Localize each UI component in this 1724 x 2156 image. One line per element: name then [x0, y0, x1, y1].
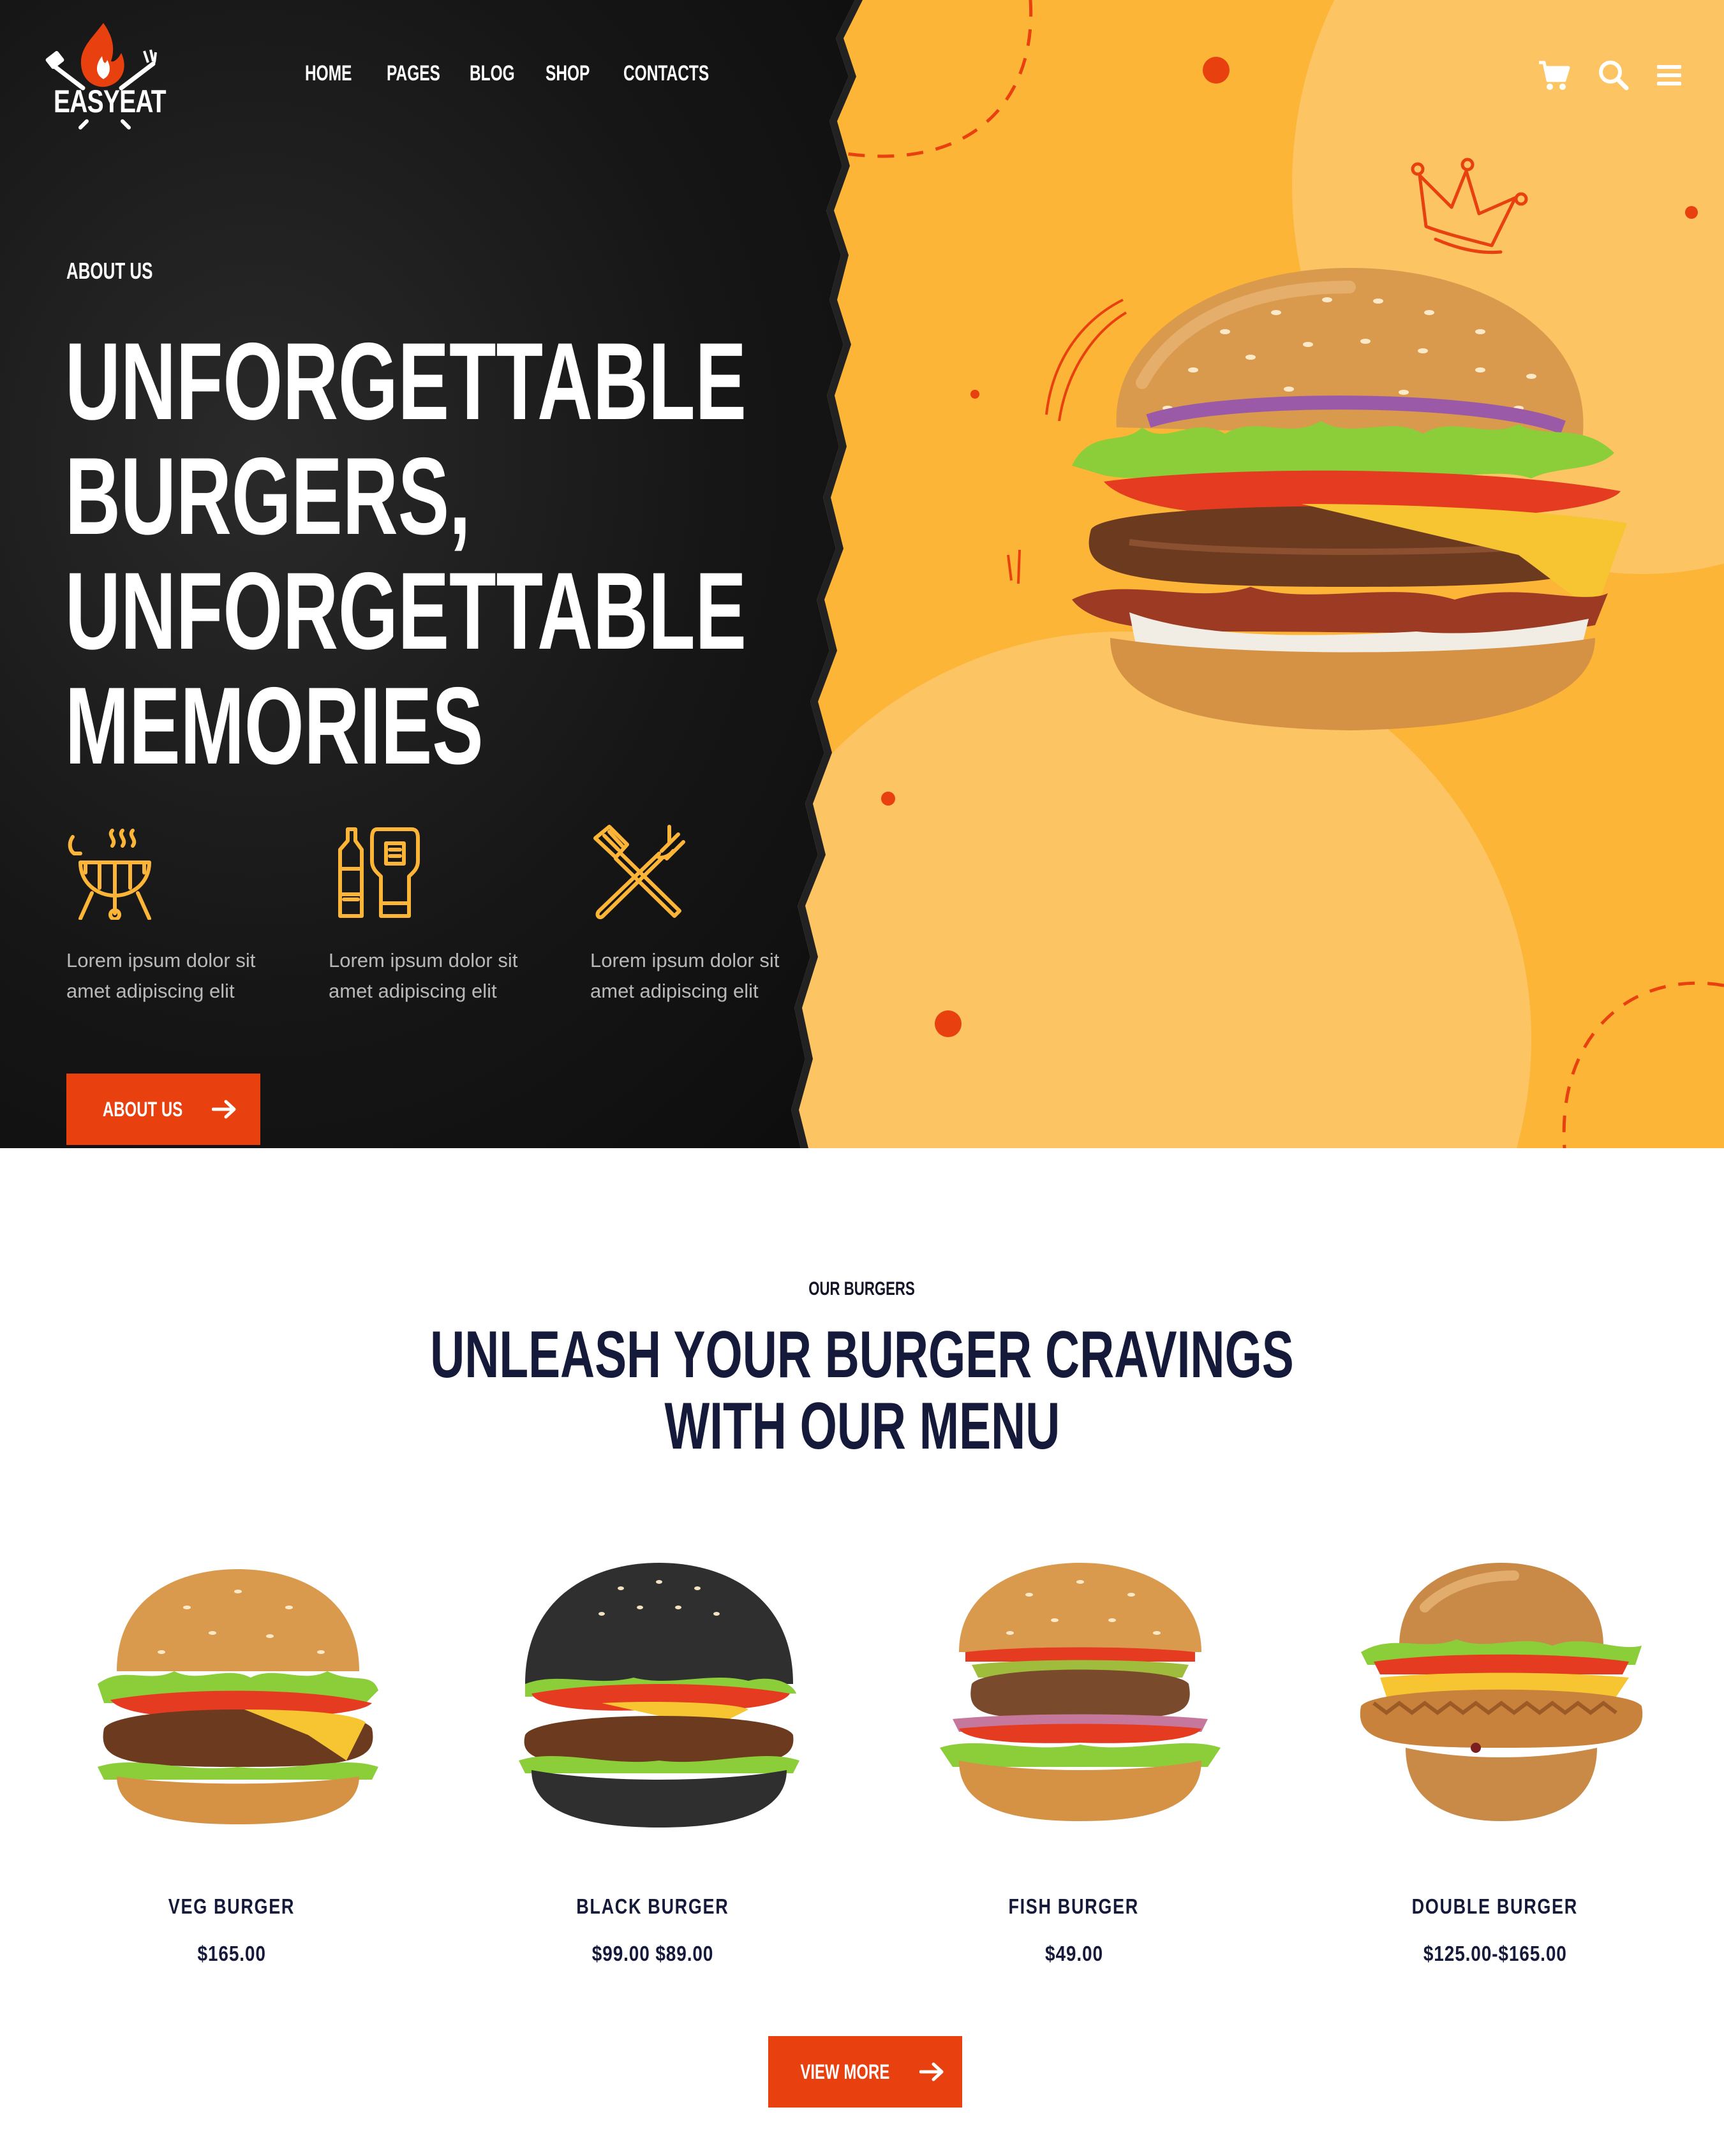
about-us-button[interactable]: ABOUT US [66, 1074, 260, 1145]
logo-underline-icon [78, 119, 131, 129]
nav-home[interactable]: HOME [305, 61, 352, 86]
hero-headline-line: UNFORGETTABLE [65, 550, 747, 672]
menu-eyebrow: OUR BURGERS [0, 1278, 1724, 1300]
veg-burger-image [98, 1569, 378, 1824]
product-price: $99.00 $89.00 [480, 1942, 825, 1966]
grill-icon [68, 829, 151, 921]
arrow-right-icon [211, 1100, 236, 1119]
product-name-text: DOUBLE BURGER [1411, 1894, 1579, 1918]
product-name: DOUBLE BURGER [1323, 1894, 1667, 1919]
hero-headline-line: UNFORGETTABLE [65, 320, 747, 443]
hero-section: EASYEAT HOME PAGES BLOG SHOP CONTACTS AB… [0, 0, 1724, 1148]
product-price: $49.00 [902, 1942, 1246, 1966]
hero-burger-image [1072, 268, 1627, 730]
product-name: VEG BURGER [59, 1894, 404, 1919]
nav-pages[interactable]: PAGES [387, 61, 440, 86]
product-name-text: BLACK BURGER [576, 1894, 729, 1918]
brand-name: EASYEAT [54, 84, 167, 119]
hero-headline: UNFORGETTABLE BURGERS, UNFORGETTABLE MEM… [65, 324, 747, 783]
cart-icon[interactable] [1538, 59, 1571, 92]
product-card[interactable]: BLACK BURGER $99.00 $89.00 [480, 1556, 825, 1990]
about-us-button-label: ABOUT US [103, 1097, 183, 1121]
menu-hamburger-icon[interactable] [1653, 59, 1686, 92]
hero-headline-line: BURGERS, [65, 435, 471, 557]
menu-title: UNLEASH YOUR BURGER CRAVINGS WITH OUR ME… [0, 1319, 1724, 1462]
arrow-right-icon [919, 2062, 944, 2081]
fish-burger-image [940, 1563, 1221, 1821]
feature-item: Lorem ipsum dolor sit amet adipiscing el… [590, 824, 820, 1002]
search-icon[interactable] [1597, 59, 1630, 92]
feature-item: Lorem ipsum dolor sit amet adipiscing el… [66, 824, 296, 1002]
product-name-text: VEG BURGER [168, 1894, 295, 1918]
sauce-bottles-icon [338, 827, 420, 918]
product-price-text: $99.00 $89.00 [591, 1942, 714, 1965]
product-price: $165.00 [59, 1942, 404, 1966]
feature-text: Lorem ipsum dolor sit amet adipiscing el… [590, 949, 780, 1002]
brand-logo[interactable]: EASYEAT [45, 18, 167, 133]
product-name: BLACK BURGER [480, 1894, 825, 1919]
hero-eyebrow: ABOUT US [66, 258, 153, 284]
product-name: FISH BURGER [902, 1894, 1246, 1919]
product-price: $125.00-$165.00 [1323, 1942, 1667, 1966]
product-card[interactable]: DOUBLE BURGER $125.00-$165.00 [1323, 1556, 1667, 1990]
nav-shop[interactable]: SHOP [546, 61, 590, 86]
feature-text: Lorem ipsum dolor sit amet adipiscing el… [66, 949, 256, 1002]
product-card[interactable]: FISH BURGER $49.00 [902, 1556, 1246, 1990]
menu-eyebrow-text: OUR BURGERS [808, 1278, 916, 1299]
menu-title-line: UNLEASH YOUR BURGER CRAVINGS [430, 1318, 1294, 1392]
product-price-text: $125.00-$165.00 [1423, 1942, 1567, 1965]
double-burger-image [1360, 1563, 1643, 1821]
view-more-button[interactable]: VIEW MORE [768, 2036, 962, 2108]
product-price-text: $165.00 [197, 1942, 266, 1965]
feature-text: Lorem ipsum dolor sit amet adipiscing el… [329, 949, 518, 1002]
nav-blog[interactable]: BLOG [470, 61, 515, 86]
product-card[interactable]: VEG BURGER $165.00 [59, 1556, 404, 1990]
utensils-crossed-icon [593, 825, 685, 920]
view-more-button-label: VIEW MORE [799, 2060, 889, 2083]
feature-item: Lorem ipsum dolor sit amet adipiscing el… [329, 824, 558, 1002]
product-name-text: FISH BURGER [1008, 1894, 1140, 1918]
hero-headline-line: MEMORIES [65, 665, 484, 787]
crown-icon [1411, 158, 1528, 255]
black-burger-image [519, 1563, 799, 1827]
menu-title-line: WITH OUR MENU [664, 1389, 1060, 1463]
product-price-text: $49.00 [1044, 1942, 1103, 1965]
nav-contacts[interactable]: CONTACTS [623, 61, 709, 86]
